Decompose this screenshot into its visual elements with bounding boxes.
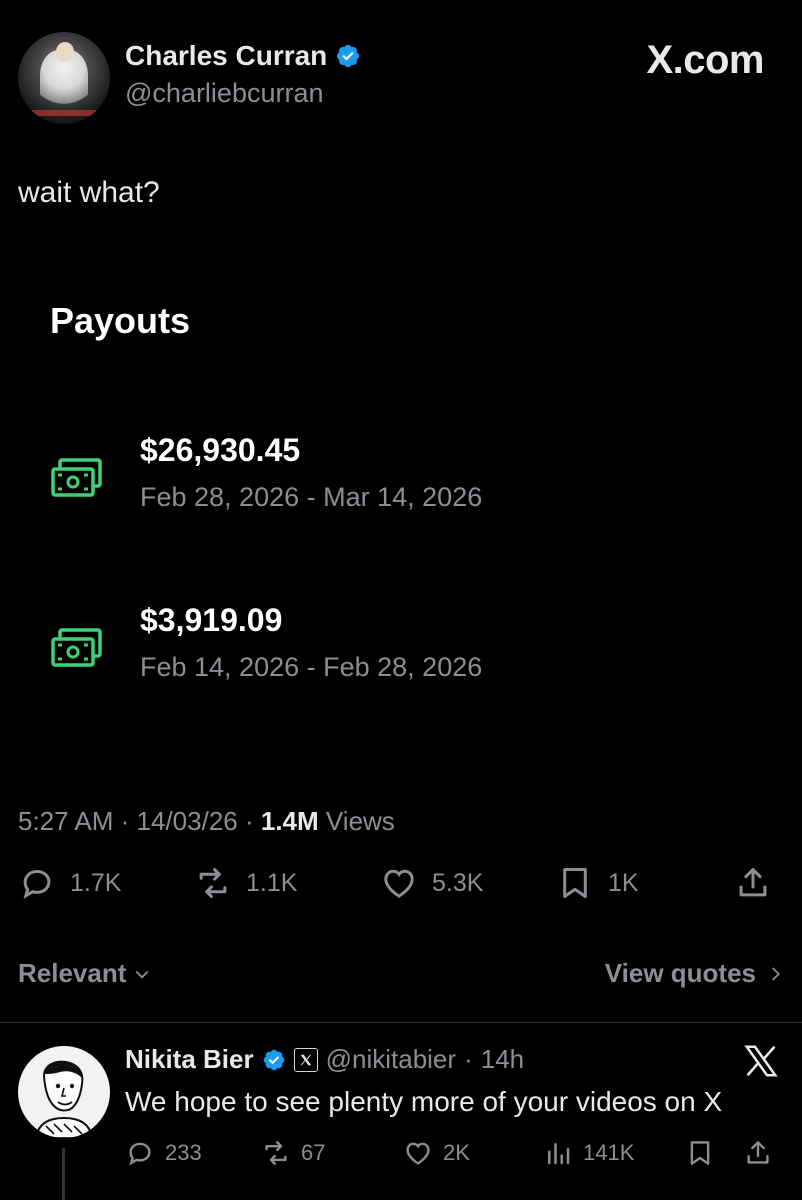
divider	[0, 1022, 802, 1023]
share-button[interactable]	[734, 864, 772, 902]
bookmark-icon	[690, 1141, 710, 1165]
verified-badge-icon	[337, 44, 360, 68]
replies-sort-bar: Relevant View quotes	[18, 956, 784, 996]
repost-count: 1.1K	[246, 868, 298, 897]
chevron-right-icon	[772, 966, 781, 981]
payout-date-range: Feb 14, 2026 - Feb 28, 2026	[140, 652, 483, 682]
tweet-text: wait what?	[18, 176, 160, 209]
views-label: Views	[325, 806, 395, 836]
author-name[interactable]: Charles Curran	[125, 40, 327, 72]
like-count: 5.3K	[432, 868, 484, 897]
author-avatar[interactable]	[18, 32, 110, 124]
reply-action-bar: 233 67 2K 141K	[125, 1138, 785, 1178]
reply-count: 1.7K	[70, 868, 122, 897]
bookmark-icon	[563, 868, 587, 898]
payout-item: $3,919.09 Feb 14, 2026 - Feb 28, 2026	[50, 602, 650, 692]
reply-age[interactable]: 14h	[481, 1044, 524, 1075]
reply-icon	[129, 1142, 151, 1166]
reply-text: We hope to see plenty more of your video…	[125, 1086, 723, 1117]
reply-like-count: 2K	[443, 1140, 470, 1165]
payout-amount: $3,919.09	[140, 602, 283, 638]
verified-badge-icon	[263, 1049, 284, 1070]
views-count: 1.4M	[260, 806, 319, 836]
reply-header: Nikita Bier @nikitabier · 14h	[125, 1044, 524, 1075]
cartoon-face-icon	[34, 1060, 94, 1138]
repost-icon	[199, 868, 227, 898]
heart-icon	[406, 1142, 430, 1165]
reply-reply-button[interactable]: 233	[125, 1138, 202, 1168]
reply-author-name[interactable]: Nikita Bier	[125, 1044, 254, 1075]
tweet-date[interactable]: 14/03/26	[137, 806, 238, 836]
reply-author-handle[interactable]: @nikitabier	[326, 1044, 456, 1075]
meta-separator: ·	[464, 1044, 473, 1074]
reply-button[interactable]: 1.7K	[18, 864, 121, 902]
sort-relevant-dropdown[interactable]: Relevant	[18, 958, 152, 989]
x-affiliation-badge-icon	[293, 1047, 318, 1072]
money-icon	[51, 628, 102, 667]
reply-avatar[interactable]	[18, 1046, 110, 1138]
like-button[interactable]: 5.3K	[380, 864, 483, 902]
repost-button[interactable]: 1.1K	[194, 864, 297, 902]
money-icon	[51, 458, 102, 497]
reply-views-button[interactable]: 141K	[543, 1138, 634, 1168]
meta-separator: ·	[120, 806, 137, 836]
author-block: Charles Curran @charliebcurran	[125, 40, 361, 109]
reply-repost-button[interactable]: 67	[261, 1138, 325, 1168]
action-bar: 1.7K 1.1K 5.3K 1K	[18, 864, 784, 916]
author-handle[interactable]: @charliebcurran	[125, 78, 361, 109]
share-icon	[739, 868, 767, 897]
meta-separator: ·	[244, 806, 261, 836]
tweet-time[interactable]: 5:27 AM	[18, 806, 113, 836]
payout-date-range: Feb 28, 2026 - Mar 14, 2026	[140, 482, 483, 512]
x-logo-icon	[744, 1045, 778, 1077]
reply-reply-count: 233	[165, 1140, 202, 1165]
bookmark-count: 1K	[608, 868, 639, 897]
reply-bookmark-button[interactable]	[685, 1138, 715, 1168]
payout-amount: $26,930.45	[140, 432, 301, 468]
reply-views-count: 141K	[583, 1140, 635, 1165]
payouts-title: Payouts	[50, 300, 191, 341]
repost-icon	[265, 1141, 287, 1165]
sort-relevant-label: Relevant	[18, 958, 127, 988]
heart-icon	[384, 869, 414, 898]
view-quotes-link[interactable]: View quotes	[605, 958, 784, 989]
reply-like-button[interactable]: 2K	[403, 1138, 470, 1168]
reply-icon	[23, 869, 51, 899]
reply-repost-count: 67	[301, 1140, 326, 1165]
bookmark-button[interactable]: 1K	[556, 864, 639, 902]
tweet-meta: 5:27 AM · 14/03/26 · 1.4M Views	[18, 806, 395, 837]
brand-label: X.com	[646, 38, 764, 82]
view-quotes-label: View quotes	[604, 958, 756, 988]
share-icon	[747, 1141, 769, 1164]
thread-line	[62, 1148, 65, 1200]
chevron-down-icon	[135, 970, 149, 979]
reply-share-button[interactable]	[743, 1138, 773, 1168]
payout-item: $26,930.45 Feb 28, 2026 - Mar 14, 2026	[50, 432, 650, 522]
analytics-icon	[548, 1143, 570, 1165]
